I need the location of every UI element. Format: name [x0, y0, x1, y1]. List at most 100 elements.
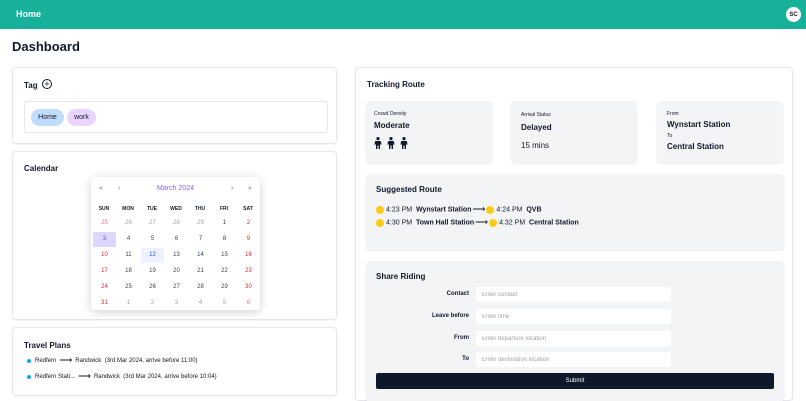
page-title: Dashboard — [12, 39, 80, 54]
calendar-day[interactable]: 7 — [189, 232, 212, 247]
calendar-day[interactable]: 10 — [93, 248, 116, 263]
calendar-day[interactable]: 9 — [237, 232, 260, 247]
tag-list: Home work — [24, 101, 328, 133]
tag-chip-work[interactable]: work — [67, 109, 96, 126]
avatar[interactable]: SC — [786, 7, 801, 22]
calendar-day[interactable]: 19 — [141, 264, 164, 279]
arrow-right-icon: ⟶ — [78, 371, 91, 381]
calendar-widget: « ‹ March 2024 › » SUN MON TUE WED THU FRI SAT… — [91, 177, 260, 310]
calendar-day[interactable]: 29 — [189, 216, 212, 231]
calendar-day[interactable]: 11 — [117, 248, 140, 263]
calendar-day[interactable]: 1 — [213, 216, 236, 231]
trip-detail: (3rd Mar 2024, arrive before 10:04) — [123, 374, 217, 381]
calendar-day[interactable]: 5 — [213, 296, 236, 311]
calendar-day[interactable]: 22 — [213, 264, 236, 279]
arrive-time: 4:32 PM — [499, 219, 526, 227]
calendar-day[interactable]: 28 — [165, 216, 188, 231]
calendar-day[interactable]: 25 — [117, 280, 140, 295]
add-tag-icon[interactable]: + — [42, 79, 52, 89]
from-input[interactable] — [476, 331, 671, 346]
calendar-month-label[interactable]: March 2024 — [91, 185, 260, 192]
calendar-day[interactable]: 17 — [93, 264, 116, 279]
crowd-density-value: Moderate — [374, 121, 410, 130]
next-year-button[interactable]: » — [248, 185, 252, 192]
calendar-day[interactable]: 21 — [189, 264, 212, 279]
leave-before-input[interactable] — [476, 309, 671, 324]
calendar-day[interactable]: 27 — [141, 216, 164, 231]
travel-plan-item[interactable]: Redfern Stati... ⟶ Randwick (3rd Mar 2024,… — [27, 371, 217, 382]
bullet-icon — [27, 374, 31, 379]
calendar-day[interactable]: 12 — [141, 248, 164, 263]
calendar-day[interactable]: 4 — [189, 296, 212, 311]
calendar-day[interactable]: 6 — [237, 296, 260, 311]
travel-plans-title: Travel Plans — [24, 341, 71, 350]
calendar-day[interactable]: 15 — [213, 248, 236, 263]
weekday-header: MON — [122, 206, 134, 212]
person-icon — [400, 137, 408, 149]
travel-plan-item[interactable]: Redfern ⟶ Randwick (3rd Mar 2024, arrive b… — [27, 355, 198, 366]
calendar-day[interactable]: 26 — [117, 216, 140, 231]
calendar-title: Calendar — [24, 164, 59, 173]
arrow-right-icon: ⟶ — [472, 204, 486, 214]
calendar-day[interactable]: 6 — [165, 232, 188, 247]
calendar-day[interactable]: 3 — [93, 232, 116, 247]
calendar-day[interactable]: 20 — [165, 264, 188, 279]
weekday-header: TUE — [147, 206, 157, 212]
arrive-station: QVB — [526, 206, 542, 214]
arrival-status-label: Arrival Status — [521, 112, 551, 118]
trip-from: Redfern Stati... — [35, 374, 76, 381]
to-input[interactable] — [476, 352, 671, 367]
contact-input[interactable] — [476, 287, 671, 302]
arrival-status-value: Delayed — [521, 123, 552, 132]
tracking-route-title: Tracking Route — [367, 80, 425, 89]
calendar-day[interactable]: 24 — [93, 280, 116, 295]
calendar-day[interactable]: 8 — [213, 232, 236, 247]
time-dot-icon — [489, 218, 498, 227]
time-dot-icon — [376, 205, 384, 214]
next-month-button[interactable]: › — [231, 185, 233, 192]
calendar-day[interactable]: 1 — [117, 296, 140, 311]
route-endpoints-box: From Wynstart Station To Central Station — [657, 101, 783, 163]
calendar-day[interactable]: 18 — [117, 264, 140, 279]
depart-station: Town Hall Station — [415, 219, 475, 227]
trip-to: Randwick — [75, 358, 102, 365]
tag-card: Tag + Home work — [12, 67, 337, 144]
calendar-day[interactable]: 27 — [165, 280, 188, 295]
calendar-day[interactable]: 28 — [189, 280, 212, 295]
calendar-day[interactable]: 14 — [189, 248, 212, 263]
calendar-card: Calendar « ‹ March 2024 › » SUN MON TUE WED… — [12, 151, 337, 320]
calendar-day[interactable]: 26 — [141, 280, 164, 295]
calendar-day[interactable]: 23 — [237, 264, 260, 279]
arrival-status-box: Arrival Status Delayed 15 mins — [511, 101, 637, 163]
tag-title: Tag — [24, 81, 38, 90]
share-riding-title: Share Riding — [376, 272, 426, 281]
calendar-day[interactable]: 30 — [237, 280, 260, 295]
calendar-day[interactable]: 16 — [237, 248, 260, 263]
calendar-day[interactable]: 5 — [141, 232, 164, 247]
calendar-day[interactable]: 31 — [93, 296, 116, 311]
time-dot-icon — [376, 218, 384, 227]
depart-time: 4:23 PM — [386, 206, 413, 214]
tag-chip-home[interactable]: Home — [31, 109, 64, 126]
calendar-day[interactable]: 2 — [237, 216, 260, 231]
arrive-station: Central Station — [529, 219, 579, 227]
contact-label: Contact — [446, 291, 469, 297]
person-icon — [374, 137, 382, 149]
bullet-icon — [27, 358, 31, 363]
calendar-day[interactable]: 25 — [93, 216, 116, 231]
weekday-header: SAT — [243, 206, 253, 212]
calendar-day[interactable]: 2 — [141, 296, 164, 311]
calendar-day[interactable]: 29 — [213, 280, 236, 295]
home-link[interactable]: Home — [16, 9, 41, 19]
trip-from: Redfern — [35, 358, 57, 365]
to-field-label: To — [462, 356, 469, 362]
share-riding-box: Share Riding Contact Leave before From T… — [366, 261, 784, 401]
crowd-density-box: Crowd Density Moderate — [366, 101, 492, 163]
weekday-header: SUN — [98, 206, 110, 212]
trip-detail: (3rd Mar 2024, arrive before 11:00) — [104, 358, 198, 365]
submit-button[interactable]: Submit — [376, 373, 774, 389]
calendar-day[interactable]: 13 — [165, 248, 188, 263]
from-label: From — [667, 111, 679, 117]
calendar-day[interactable]: 4 — [117, 232, 140, 247]
calendar-day[interactable]: 3 — [165, 296, 188, 311]
